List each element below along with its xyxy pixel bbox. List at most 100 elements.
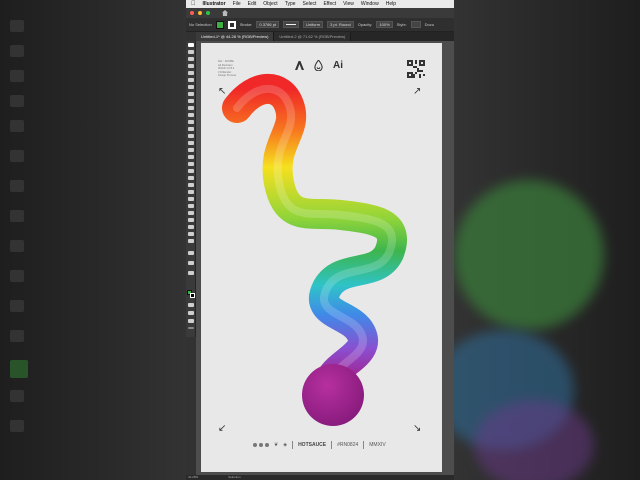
minimize-window-button[interactable] bbox=[198, 11, 202, 15]
current-tool-label: Selection bbox=[228, 475, 241, 479]
symbol-sprayer-tool[interactable] bbox=[188, 204, 194, 208]
ghost-tool bbox=[10, 390, 24, 402]
blurred-purple-shape bbox=[474, 400, 594, 480]
zoom-tool[interactable] bbox=[188, 239, 194, 243]
line-tool[interactable] bbox=[188, 92, 194, 96]
default-colors-button[interactable] bbox=[188, 271, 194, 275]
lasso-tool[interactable] bbox=[188, 64, 194, 68]
menu-window[interactable]: Window bbox=[361, 1, 379, 7]
paintbrush-tool[interactable] bbox=[188, 106, 194, 110]
ghost-tool bbox=[10, 180, 24, 192]
rainbow-3d-snake-artwork bbox=[222, 73, 407, 426]
footer-brand: HOTSAUCE bbox=[298, 442, 327, 448]
mesh-tool[interactable] bbox=[188, 176, 194, 180]
footer-dots bbox=[253, 443, 269, 447]
shape-builder-tool[interactable] bbox=[188, 162, 194, 166]
background-left-panel bbox=[0, 0, 186, 480]
divider bbox=[331, 441, 333, 449]
menu-file[interactable]: File bbox=[233, 1, 241, 7]
snake-body bbox=[222, 73, 407, 393]
color-mode-button[interactable] bbox=[188, 303, 194, 307]
ghost-tool bbox=[10, 95, 24, 107]
ghost-tool bbox=[10, 300, 24, 312]
artboard-tool[interactable] bbox=[188, 218, 194, 222]
document-setup-button[interactable]: Docu bbox=[425, 22, 434, 27]
zoom-level[interactable]: 44.28% bbox=[188, 475, 198, 480]
tab-untitled-2[interactable]: Untitled-2 @ 71.62 % (RGB/Preview) bbox=[274, 32, 352, 41]
screen-mode-button[interactable] bbox=[188, 319, 194, 323]
ghost-tool bbox=[10, 120, 24, 132]
divider bbox=[363, 441, 365, 449]
blurred-green-shape bbox=[454, 180, 604, 330]
app-name[interactable]: Illustrator bbox=[203, 1, 226, 7]
opacity-field[interactable]: 100% bbox=[376, 21, 393, 28]
slice-tool[interactable] bbox=[188, 225, 194, 229]
menu-edit[interactable]: Edit bbox=[248, 1, 257, 7]
close-window-button[interactable] bbox=[190, 11, 194, 15]
hand-tool[interactable] bbox=[188, 232, 194, 236]
apple-icon[interactable]:  bbox=[191, 1, 196, 7]
ghost-tool bbox=[10, 330, 24, 342]
rotate-tool[interactable] bbox=[188, 134, 194, 138]
edit-toolbar-button[interactable] bbox=[188, 327, 194, 329]
opacity-label: Opacity: bbox=[357, 22, 373, 27]
divider bbox=[292, 441, 294, 449]
stroke-label: Stroke: bbox=[239, 22, 253, 27]
rectangle-tool[interactable] bbox=[188, 99, 194, 103]
pencil-tool[interactable] bbox=[188, 113, 194, 117]
shaper-tool[interactable] bbox=[188, 120, 194, 124]
brush-select[interactable]: 3 pt. Round bbox=[327, 21, 354, 28]
document-tabs: Untitled-1* @ 44.28 % (RGB/Preview) Unti… bbox=[196, 32, 454, 41]
eraser-tool[interactable] bbox=[188, 127, 194, 131]
menu-effect[interactable]: Effect bbox=[323, 1, 336, 7]
ghost-tool bbox=[10, 270, 24, 282]
curvature-tool[interactable] bbox=[188, 78, 194, 82]
zoom-window-button[interactable] bbox=[206, 11, 210, 15]
free-transform-tool[interactable] bbox=[188, 155, 194, 159]
direct-selection-tool[interactable] bbox=[188, 50, 194, 54]
profile-select[interactable]: Uniform bbox=[303, 21, 324, 28]
selection-tool[interactable] bbox=[188, 43, 194, 47]
ghost-tool bbox=[10, 20, 24, 32]
control-bar: No Selection Stroke: 0.3786 pt Uniform 3… bbox=[186, 18, 454, 32]
tab-untitled-1[interactable]: Untitled-1* @ 44.28 % (RGB/Preview) bbox=[196, 32, 275, 41]
width-tool[interactable] bbox=[188, 148, 194, 152]
menu-bar:  Illustrator File Edit Object Type Sele… bbox=[186, 0, 454, 8]
style-select[interactable] bbox=[410, 21, 421, 28]
more-tools-button[interactable] bbox=[188, 251, 194, 255]
artboard[interactable]: Ref. : ADOBE Ad Illustrator 3D/AD 1.0.8.… bbox=[201, 43, 442, 472]
perspective-grid-tool[interactable] bbox=[188, 169, 194, 173]
ghost-fill-swatch bbox=[10, 360, 28, 378]
gradient-tool[interactable] bbox=[188, 183, 194, 187]
fill-swatch[interactable] bbox=[215, 20, 224, 29]
footer-tail: MMXIV bbox=[369, 442, 386, 448]
illustrator-window:  Illustrator File Edit Object Type Sele… bbox=[186, 0, 454, 480]
menu-view[interactable]: View bbox=[343, 1, 354, 7]
artboard-footer: ❦ ◈ HOTSAUCE #RN0824 MMXIV bbox=[253, 440, 386, 450]
variable-width-profile[interactable] bbox=[283, 21, 300, 28]
leaf-icon: ❦ bbox=[274, 442, 279, 448]
draw-mode-button[interactable] bbox=[188, 311, 194, 315]
swap-colors-button[interactable] bbox=[188, 261, 194, 265]
scale-tool[interactable] bbox=[188, 141, 194, 145]
tools-panel bbox=[186, 41, 196, 337]
menu-type[interactable]: Type bbox=[285, 1, 296, 7]
selection-label: No Selection bbox=[189, 22, 212, 27]
pen-tool[interactable] bbox=[188, 71, 194, 75]
type-tool[interactable] bbox=[188, 85, 194, 89]
menu-select[interactable]: Select bbox=[303, 1, 317, 7]
column-graph-tool[interactable] bbox=[188, 211, 194, 215]
drop-icon: ◈ bbox=[283, 442, 288, 448]
menu-help[interactable]: Help bbox=[386, 1, 396, 7]
footer-code: #RN0824 bbox=[337, 442, 359, 448]
status-bar: 44.28% Selection bbox=[186, 475, 454, 480]
stroke-swatch[interactable] bbox=[227, 20, 236, 29]
ghost-tool bbox=[10, 150, 24, 162]
home-icon[interactable] bbox=[222, 10, 228, 16]
toolbar-stroke-swatch[interactable] bbox=[190, 293, 195, 298]
magic-wand-tool[interactable] bbox=[188, 57, 194, 61]
eyedropper-tool[interactable] bbox=[188, 190, 194, 194]
menu-object[interactable]: Object bbox=[263, 1, 277, 7]
stroke-weight-field[interactable]: 0.3786 pt bbox=[256, 21, 280, 28]
blend-tool[interactable] bbox=[188, 197, 194, 201]
